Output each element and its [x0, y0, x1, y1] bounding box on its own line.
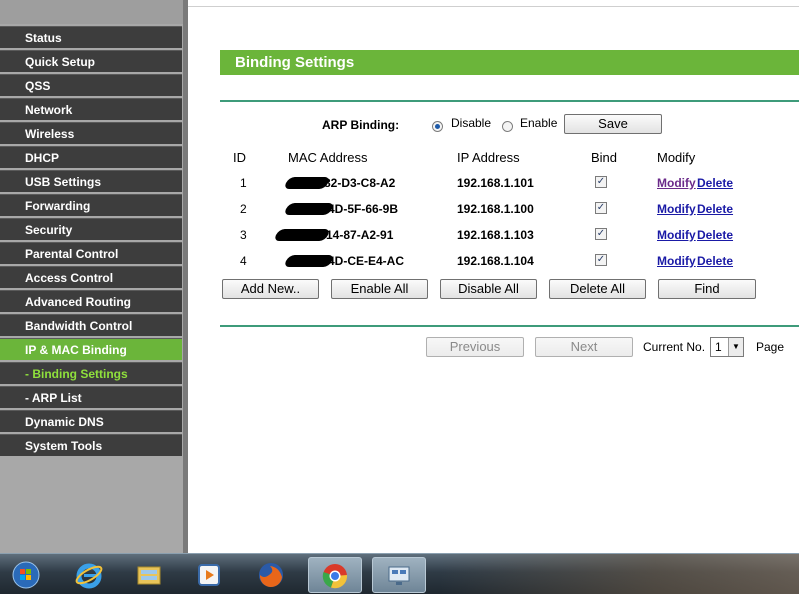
page-number-value: 1: [715, 340, 722, 354]
row-3-id: 3: [240, 228, 247, 242]
arp-binding-label: ARP Binding:: [322, 118, 400, 132]
row-2-id: 2: [240, 202, 247, 216]
chevron-down-icon: ▼: [728, 338, 743, 356]
arp-disable-radio[interactable]: [432, 121, 443, 132]
page-title: Binding Settings: [220, 50, 799, 75]
sidebar-item-status[interactable]: Status: [0, 26, 182, 48]
media-player-icon: [198, 564, 220, 586]
sidebar-item-dynamic-dns[interactable]: Dynamic DNS: [0, 410, 182, 432]
sidebar-item-bandwidth-control[interactable]: Bandwidth Control: [0, 314, 182, 336]
sidebar-menu: Status Quick Setup QSS Network Wireless …: [0, 0, 188, 553]
row-1-id: 1: [240, 176, 247, 190]
remote-desktop-icon: [388, 566, 410, 585]
row-2-delete-link[interactable]: Delete: [697, 202, 733, 216]
find-button[interactable]: Find: [658, 279, 756, 299]
row-4-id: 4: [240, 254, 247, 268]
sidebar-item-forwarding[interactable]: Forwarding: [0, 194, 182, 216]
next-button[interactable]: Next: [535, 337, 633, 357]
sidebar-top-strip: [0, 0, 183, 24]
taskbar: [0, 553, 799, 594]
delete-all-button[interactable]: Delete All: [549, 279, 646, 299]
sidebar-item-advanced-routing[interactable]: Advanced Routing: [0, 290, 182, 312]
arp-enable-label: Enable: [520, 116, 558, 130]
col-header-ip: IP Address: [457, 150, 520, 165]
start-orb-icon: [12, 561, 40, 589]
current-no-label: Current No.: [643, 340, 706, 354]
row-3-delete-link[interactable]: Delete: [697, 228, 733, 242]
col-header-id: ID: [233, 150, 246, 165]
taskbar-internet-explorer[interactable]: [63, 557, 117, 593]
sidebar-item-binding-settings[interactable]: - Binding Settings: [0, 362, 182, 384]
chrome-icon: [322, 564, 348, 589]
sidebar-item-security[interactable]: Security: [0, 218, 182, 240]
row-3-mac: 14-87-A2-91: [326, 228, 394, 242]
start-button[interactable]: [0, 557, 54, 593]
firefox-icon: [259, 563, 283, 588]
desktop-wallpaper-peek: [440, 554, 799, 594]
row-4-modify-link[interactable]: Modify: [657, 254, 696, 268]
previous-button[interactable]: Previous: [426, 337, 524, 357]
taskbar-file-explorer[interactable]: [123, 557, 177, 593]
add-new-button[interactable]: Add New..: [222, 279, 319, 299]
row-2-ip: 192.168.1.100: [457, 202, 534, 216]
arp-disable-label: Disable: [451, 116, 492, 130]
row-4-delete-link[interactable]: Delete: [697, 254, 733, 268]
save-button[interactable]: Save: [564, 114, 662, 134]
taskbar-media-player[interactable]: [183, 557, 237, 593]
row-4-bind-checkbox[interactable]: ✓: [595, 254, 607, 266]
row-1-ip: 192.168.1.101: [457, 176, 534, 190]
col-header-modify: Modify: [657, 150, 696, 165]
taskbar-chrome[interactable]: [308, 557, 362, 593]
row-4-ip: 192.168.1.104: [457, 254, 534, 268]
sidebar-item-dhcp[interactable]: DHCP: [0, 146, 182, 168]
section-divider-top: [220, 100, 799, 102]
top-divider: [188, 6, 799, 7]
mac-redaction: [273, 229, 331, 241]
sidebar-item-ip-mac-binding[interactable]: IP & MAC Binding: [0, 338, 182, 360]
disable-all-button[interactable]: Disable All: [440, 279, 537, 299]
row-1-delete-link[interactable]: Delete: [697, 176, 733, 190]
row-1-bind-checkbox[interactable]: ✓: [595, 176, 607, 188]
row-2-bind-checkbox[interactable]: ✓: [595, 202, 607, 214]
sidebar-item-parental-control[interactable]: Parental Control: [0, 242, 182, 264]
taskbar-firefox[interactable]: [245, 557, 299, 593]
sidebar-item-usb-settings[interactable]: USB Settings: [0, 170, 182, 192]
page-number-select[interactable]: 1 ▼: [710, 337, 744, 357]
row-4-mac: 4D-CE-E4-AC: [328, 254, 405, 268]
sidebar-item-network[interactable]: Network: [0, 98, 182, 120]
section-divider-bottom: [220, 325, 799, 327]
sidebar-item-system-tools[interactable]: System Tools: [0, 434, 182, 456]
col-header-mac: MAC Address: [288, 150, 368, 165]
page-label: Page: [756, 340, 785, 354]
enable-all-button[interactable]: Enable All: [331, 279, 428, 299]
arp-enable-radio[interactable]: [502, 121, 513, 132]
row-2-mac: 4D-5F-66-9B: [328, 202, 399, 216]
row-1-modify-link[interactable]: Modify: [657, 176, 696, 190]
main-content: Binding Settings ARP Binding: Disable En…: [188, 0, 799, 553]
row-3-bind-checkbox[interactable]: ✓: [595, 228, 607, 240]
taskbar-remote-desktop[interactable]: [372, 557, 426, 593]
sidebar-item-qss[interactable]: QSS: [0, 74, 182, 96]
sidebar-item-wireless[interactable]: Wireless: [0, 122, 182, 144]
row-2-modify-link[interactable]: Modify: [657, 202, 696, 216]
sidebar-item-arp-list[interactable]: - ARP List: [0, 386, 182, 408]
file-explorer-icon: [137, 566, 161, 585]
sidebar-item-access-control[interactable]: Access Control: [0, 266, 182, 288]
col-header-bind: Bind: [591, 150, 618, 165]
row-3-modify-link[interactable]: Modify: [657, 228, 696, 242]
internet-explorer-icon: [75, 563, 103, 589]
sidebar-item-quick-setup[interactable]: Quick Setup: [0, 50, 182, 72]
row-3-ip: 192.168.1.103: [457, 228, 534, 242]
row-1-mac: 82-D3-C8-A2: [324, 176, 396, 190]
